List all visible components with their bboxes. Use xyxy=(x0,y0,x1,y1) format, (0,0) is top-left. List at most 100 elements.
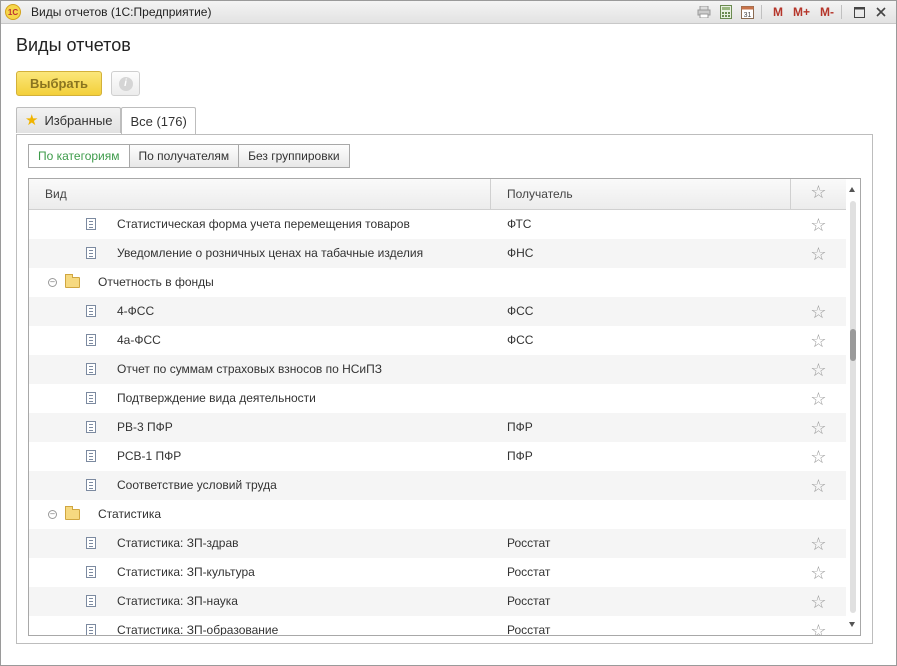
recipient-cell: ФНС xyxy=(507,246,534,260)
tab-bar: ★ Избранные Все (176) xyxy=(16,107,196,134)
table-row[interactable]: Отчет по суммам страховых взносов по НСи… xyxy=(29,355,846,384)
document-icon xyxy=(86,450,96,462)
recipient-cell: Росстат xyxy=(507,536,551,550)
star-outline-icon: ☆ xyxy=(810,301,827,322)
document-icon xyxy=(86,537,96,549)
group-by-recipient-button[interactable]: По получателям xyxy=(128,144,240,168)
memory-plus-button[interactable]: M+ xyxy=(790,3,813,21)
scroll-thumb[interactable] xyxy=(850,329,856,361)
memory-minus-button[interactable]: M- xyxy=(817,3,837,21)
favorite-toggle[interactable]: ☆ xyxy=(791,355,846,384)
favorite-toggle[interactable]: ☆ xyxy=(791,471,846,500)
memory-button[interactable]: M xyxy=(770,3,786,21)
report-name: Уведомление о розничных ценах на табачны… xyxy=(117,246,424,260)
star-outline-icon: ☆ xyxy=(810,533,827,554)
favorite-toggle[interactable]: ☆ xyxy=(791,616,846,636)
favorite-toggle[interactable]: ☆ xyxy=(791,442,846,471)
toolbar-separator xyxy=(760,5,762,19)
title-bar: 1С Виды отчетов (1С:Предприятие) 31 M M+… xyxy=(1,1,896,24)
group-name: Отчетность в фонды xyxy=(98,275,214,289)
favorite-toggle[interactable]: ☆ xyxy=(791,210,846,239)
star-outline-icon: ☆ xyxy=(810,243,827,264)
recipient-cell: ПФР xyxy=(507,449,533,463)
table-row[interactable]: Уведомление о розничных ценах на табачны… xyxy=(29,239,846,268)
table-row[interactable]: Статистика: ЗП-образование Росстат ☆ xyxy=(29,616,846,636)
table-row[interactable]: РВ-3 ПФР ПФР ☆ xyxy=(29,413,846,442)
report-name: Статистическая форма учета перемещения т… xyxy=(117,217,410,231)
star-outline-icon: ☆ xyxy=(810,359,827,380)
report-name: Статистика: ЗП-культура xyxy=(117,565,255,579)
favorite-toggle[interactable]: ☆ xyxy=(791,529,846,558)
calculator-icon[interactable] xyxy=(717,3,735,21)
report-name: Статистика: ЗП-образование xyxy=(117,623,279,636)
star-outline-icon: ☆ xyxy=(810,330,827,351)
group-by-category-button[interactable]: По категориям xyxy=(28,144,130,168)
favorite-toggle[interactable]: ☆ xyxy=(791,587,846,616)
table-row[interactable]: Статистическая форма учета перемещения т… xyxy=(29,210,846,239)
report-types-table: Вид Получатель ☆ Статистическая форма уч… xyxy=(28,178,861,636)
table-group-row[interactable]: – Отчетность в фонды xyxy=(29,268,846,297)
favorite-toggle[interactable]: ☆ xyxy=(791,384,846,413)
table-row[interactable]: Статистика: ЗП-здрав Росстат ☆ xyxy=(29,529,846,558)
print-icon[interactable] xyxy=(695,3,713,21)
star-outline-icon: ☆ xyxy=(810,591,827,612)
tab-favorites[interactable]: ★ Избранные xyxy=(16,107,122,133)
report-name: РВ-3 ПФР xyxy=(117,420,173,434)
favorite-toggle[interactable]: ☆ xyxy=(791,413,846,442)
table-header: Вид Получатель ☆ xyxy=(29,179,846,210)
select-button[interactable]: Выбрать xyxy=(16,71,102,96)
report-types-window: 1С Виды отчетов (1С:Предприятие) 31 M M+… xyxy=(0,0,897,666)
column-header-favorite[interactable]: ☆ xyxy=(791,179,846,209)
document-icon xyxy=(86,334,96,346)
star-outline-icon: ☆ xyxy=(810,620,827,636)
favorite-toggle[interactable]: ☆ xyxy=(791,558,846,587)
recipient-cell: ФТС xyxy=(507,217,532,231)
favorite-toggle[interactable]: ☆ xyxy=(791,297,846,326)
document-icon xyxy=(86,566,96,578)
recipient-cell: ФСС xyxy=(507,304,534,318)
vertical-scrollbar[interactable] xyxy=(846,179,860,635)
table-row[interactable]: Соответствие условий труда ☆ xyxy=(29,471,846,500)
recipient-cell: ПФР xyxy=(507,420,533,434)
tab-all[interactable]: Все (176) xyxy=(121,107,196,134)
recipient-cell: Росстат xyxy=(507,594,551,608)
document-icon xyxy=(86,479,96,491)
page-title: Виды отчетов xyxy=(16,35,131,55)
scroll-up-icon[interactable] xyxy=(849,187,855,192)
calendar-icon[interactable]: 31 xyxy=(739,3,757,21)
no-grouping-button[interactable]: Без группировки xyxy=(238,144,350,168)
recipient-cell: ФСС xyxy=(507,333,534,347)
star-outline-icon: ☆ xyxy=(810,475,827,496)
table-body: Статистическая форма учета перемещения т… xyxy=(29,210,846,636)
table-row[interactable]: Статистика: ЗП-наука Росстат ☆ xyxy=(29,587,846,616)
favorite-toggle[interactable]: ☆ xyxy=(791,326,846,355)
close-icon[interactable] xyxy=(872,3,890,21)
star-outline-icon: ☆ xyxy=(810,417,827,438)
scroll-track[interactable] xyxy=(850,201,856,613)
collapse-icon[interactable]: – xyxy=(48,278,57,287)
column-header-recipient[interactable]: Получатель xyxy=(491,179,791,209)
table-row[interactable]: 4а-ФСС ФСС ☆ xyxy=(29,326,846,355)
table-group-row[interactable]: – Статистика xyxy=(29,500,846,529)
document-icon xyxy=(86,363,96,375)
table-row[interactable]: 4-ФСС ФСС ☆ xyxy=(29,297,846,326)
report-name: Статистика: ЗП-здрав xyxy=(117,536,239,550)
document-icon xyxy=(86,305,96,317)
collapse-icon[interactable]: – xyxy=(48,510,57,519)
recipient-cell: Росстат xyxy=(507,565,551,579)
recipient-cell: Росстат xyxy=(507,623,551,636)
maximize-icon[interactable] xyxy=(850,3,868,21)
tab-label: Избранные xyxy=(44,113,113,128)
scroll-down-icon[interactable] xyxy=(849,622,855,627)
table-row[interactable]: Подтверждение вида деятельности ☆ xyxy=(29,384,846,413)
report-name: РСВ-1 ПФР xyxy=(117,449,182,463)
column-header-vid[interactable]: Вид xyxy=(29,179,491,209)
title-bar-tools: 31 M M+ M- xyxy=(691,1,896,23)
star-outline-icon: ☆ xyxy=(810,182,827,202)
info-button[interactable]: i xyxy=(111,71,140,96)
table-row[interactable]: РСВ-1 ПФР ПФР ☆ xyxy=(29,442,846,471)
tab-content-panel: По категориям По получателям Без группир… xyxy=(16,134,873,644)
folder-icon xyxy=(65,506,80,520)
favorite-toggle[interactable]: ☆ xyxy=(791,239,846,268)
table-row[interactable]: Статистика: ЗП-культура Росстат ☆ xyxy=(29,558,846,587)
